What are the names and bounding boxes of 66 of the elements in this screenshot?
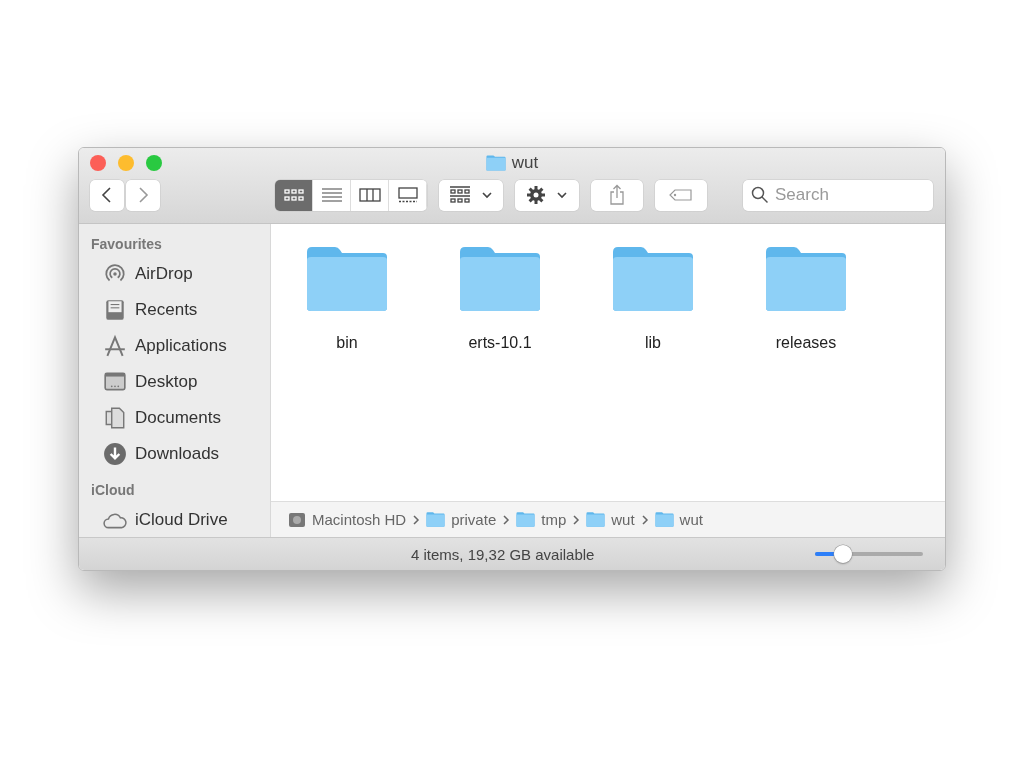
share-icon bbox=[609, 184, 625, 206]
gallery-icon bbox=[396, 187, 419, 203]
chevron-icon bbox=[640, 514, 649, 525]
close-button[interactable] bbox=[90, 155, 106, 171]
folder-icon bbox=[426, 512, 446, 527]
sidebar-item[interactable]: Downloads bbox=[91, 436, 220, 472]
sidebar-heading: iCloud bbox=[91, 482, 136, 498]
sidebar-item[interactable]: Recents bbox=[91, 292, 198, 328]
file-name[interactable]: lib bbox=[645, 334, 661, 352]
download-icon bbox=[103, 442, 127, 466]
chevron-left-icon bbox=[101, 186, 113, 204]
path-item[interactable]: wut bbox=[654, 511, 703, 528]
grid-icon bbox=[282, 187, 305, 203]
forward-button[interactable] bbox=[126, 179, 160, 211]
back-button[interactable] bbox=[90, 179, 124, 211]
column-view-button[interactable] bbox=[351, 179, 389, 211]
sidebar-item[interactable]: iCloud Drive bbox=[91, 502, 228, 537]
chevron-icon bbox=[572, 514, 581, 525]
search-icon bbox=[751, 185, 769, 204]
zoom-button[interactable] bbox=[146, 155, 162, 171]
slider-thumb[interactable] bbox=[834, 545, 853, 563]
folder-icon bbox=[764, 246, 848, 312]
caret-icon bbox=[556, 191, 568, 199]
list-view-button[interactable] bbox=[313, 179, 351, 211]
grid-icon bbox=[449, 186, 471, 204]
chevron-right-icon bbox=[137, 186, 149, 204]
columns-icon bbox=[358, 187, 381, 203]
sidebar-item[interactable]: Applications bbox=[91, 328, 227, 364]
folder-icon bbox=[458, 246, 542, 312]
gear-icon bbox=[526, 185, 546, 205]
sidebar-item[interactable]: AirDrop bbox=[91, 256, 193, 292]
path-item[interactable]: private bbox=[426, 511, 497, 528]
window-title: wut bbox=[511, 153, 539, 173]
status-text: 4 items, 19,32 GB available bbox=[411, 545, 595, 563]
chevron-icon bbox=[412, 514, 421, 525]
file-name[interactable]: bin bbox=[336, 334, 358, 352]
file-name[interactable]: releases bbox=[775, 334, 837, 352]
folder-icon bbox=[611, 246, 695, 312]
gallery-view-button[interactable] bbox=[389, 179, 427, 211]
folder-icon bbox=[305, 246, 389, 312]
caret-icon bbox=[481, 191, 493, 199]
icon-view-button[interactable] bbox=[275, 179, 313, 211]
documents-icon bbox=[103, 406, 127, 430]
path-item[interactable]: wut bbox=[586, 511, 635, 528]
minimize-button[interactable] bbox=[118, 155, 134, 171]
sidebar-item[interactable]: Desktop bbox=[91, 364, 198, 400]
action-button[interactable] bbox=[515, 179, 579, 211]
compass-icon bbox=[103, 334, 127, 358]
search-field[interactable]: Search bbox=[743, 179, 933, 211]
tray-icon bbox=[103, 298, 127, 322]
path-item[interactable]: Macintosh HD bbox=[288, 510, 407, 529]
folder-icon bbox=[586, 512, 606, 527]
lines-icon bbox=[320, 187, 343, 203]
share-button[interactable] bbox=[591, 179, 643, 211]
tag-icon bbox=[669, 189, 693, 201]
folder-icon bbox=[654, 512, 674, 527]
sidebar-heading: Favourites bbox=[91, 236, 163, 252]
folder-icon bbox=[516, 512, 536, 527]
icon-size-slider[interactable] bbox=[815, 545, 923, 563]
file-name[interactable]: erts-10.1 bbox=[468, 334, 532, 352]
tag-button[interactable] bbox=[655, 179, 707, 211]
folder-icon bbox=[485, 155, 506, 171]
path-item[interactable]: tmp bbox=[516, 511, 567, 528]
sidebar-item[interactable]: Documents bbox=[91, 400, 221, 436]
group-button[interactable] bbox=[439, 179, 503, 211]
chevron-icon bbox=[502, 514, 511, 525]
